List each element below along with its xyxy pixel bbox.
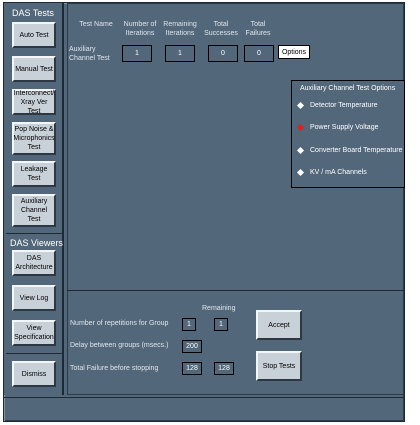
radio-diamond-icon (296, 168, 305, 177)
das-viewers-header: DAS Viewers (10, 238, 63, 248)
iterations-field[interactable]: 1 (122, 45, 152, 62)
das-architecture-button[interactable]: DAS Architecture (12, 250, 56, 276)
col-header-successes: Total Successes (204, 21, 238, 37)
accept-button[interactable]: Accept (256, 310, 302, 340)
remaining-iterations-field: 1 (165, 45, 195, 62)
option-power-supply-voltage[interactable]: Power Supply Voltage (296, 123, 379, 132)
sidebar-divider (6, 233, 62, 234)
col-header-failures: Total Failures (245, 21, 271, 37)
remaining-label: Remaining (202, 305, 236, 312)
manual-test-button[interactable]: Manual Test (12, 56, 56, 82)
das-tests-header: DAS Tests (12, 8, 54, 18)
row-test-name: Auxiliary Channel Test (69, 46, 110, 62)
repetitions-remaining-field: 1 (214, 318, 228, 331)
successes-field: 0 (208, 45, 238, 62)
failure-label: Total Failure before stopping (70, 365, 159, 372)
option-converter-board-temperature[interactable]: Converter Board Temperature (296, 146, 402, 155)
auxiliary-channel-test-button[interactable]: Auxiliary Channel Test (12, 194, 56, 227)
options-popup: Auxiliary Channel Test Options Detector … (291, 80, 405, 188)
leakage-test-button[interactable]: Leakage Test (12, 161, 56, 187)
col-header-remaining: Remaining Iterations (163, 21, 197, 37)
radio-diamond-icon (296, 101, 305, 110)
interconnect-xray-ver-test-button[interactable]: Interconnect/ Xray Ver Test (12, 89, 56, 115)
view-log-button[interactable]: View Log (12, 285, 56, 311)
delay-field[interactable]: 200 (182, 340, 202, 353)
radio-diamond-selected-icon (296, 123, 305, 132)
status-bar (4, 397, 404, 417)
sidebar-divider-bottom (6, 353, 62, 354)
options-button[interactable]: Options (278, 45, 310, 59)
stop-tests-button[interactable]: Stop Tests (256, 351, 302, 381)
delay-label: Delay between groups (msecs.) (70, 342, 169, 349)
auto-test-button[interactable]: Auto Test (12, 22, 56, 48)
col-header-test-name: Test Name (79, 21, 113, 28)
bottom-section-divider (67, 290, 404, 291)
col-header-iterations: Number of Iterations (123, 21, 157, 37)
failure-remaining-field: 128 (214, 362, 234, 375)
view-specification-button[interactable]: View Specification (12, 320, 56, 346)
options-popup-title: Auxiliary Channel Test Options (300, 85, 396, 92)
pop-noise-microphonics-test-button[interactable]: Pop Noise & Microphonics Test (12, 122, 56, 155)
repetitions-field[interactable]: 1 (182, 318, 196, 331)
failures-field: 0 (244, 45, 274, 62)
option-detector-temperature[interactable]: Detector Temperature (296, 101, 378, 110)
failure-field[interactable]: 128 (182, 362, 202, 375)
option-kv-ma-channels[interactable]: KV / mA Channels (296, 168, 367, 177)
radio-diamond-icon (296, 146, 305, 155)
dismiss-button[interactable]: Dismiss (12, 361, 56, 387)
repetitions-label: Number of repetitions for Group (70, 320, 169, 327)
